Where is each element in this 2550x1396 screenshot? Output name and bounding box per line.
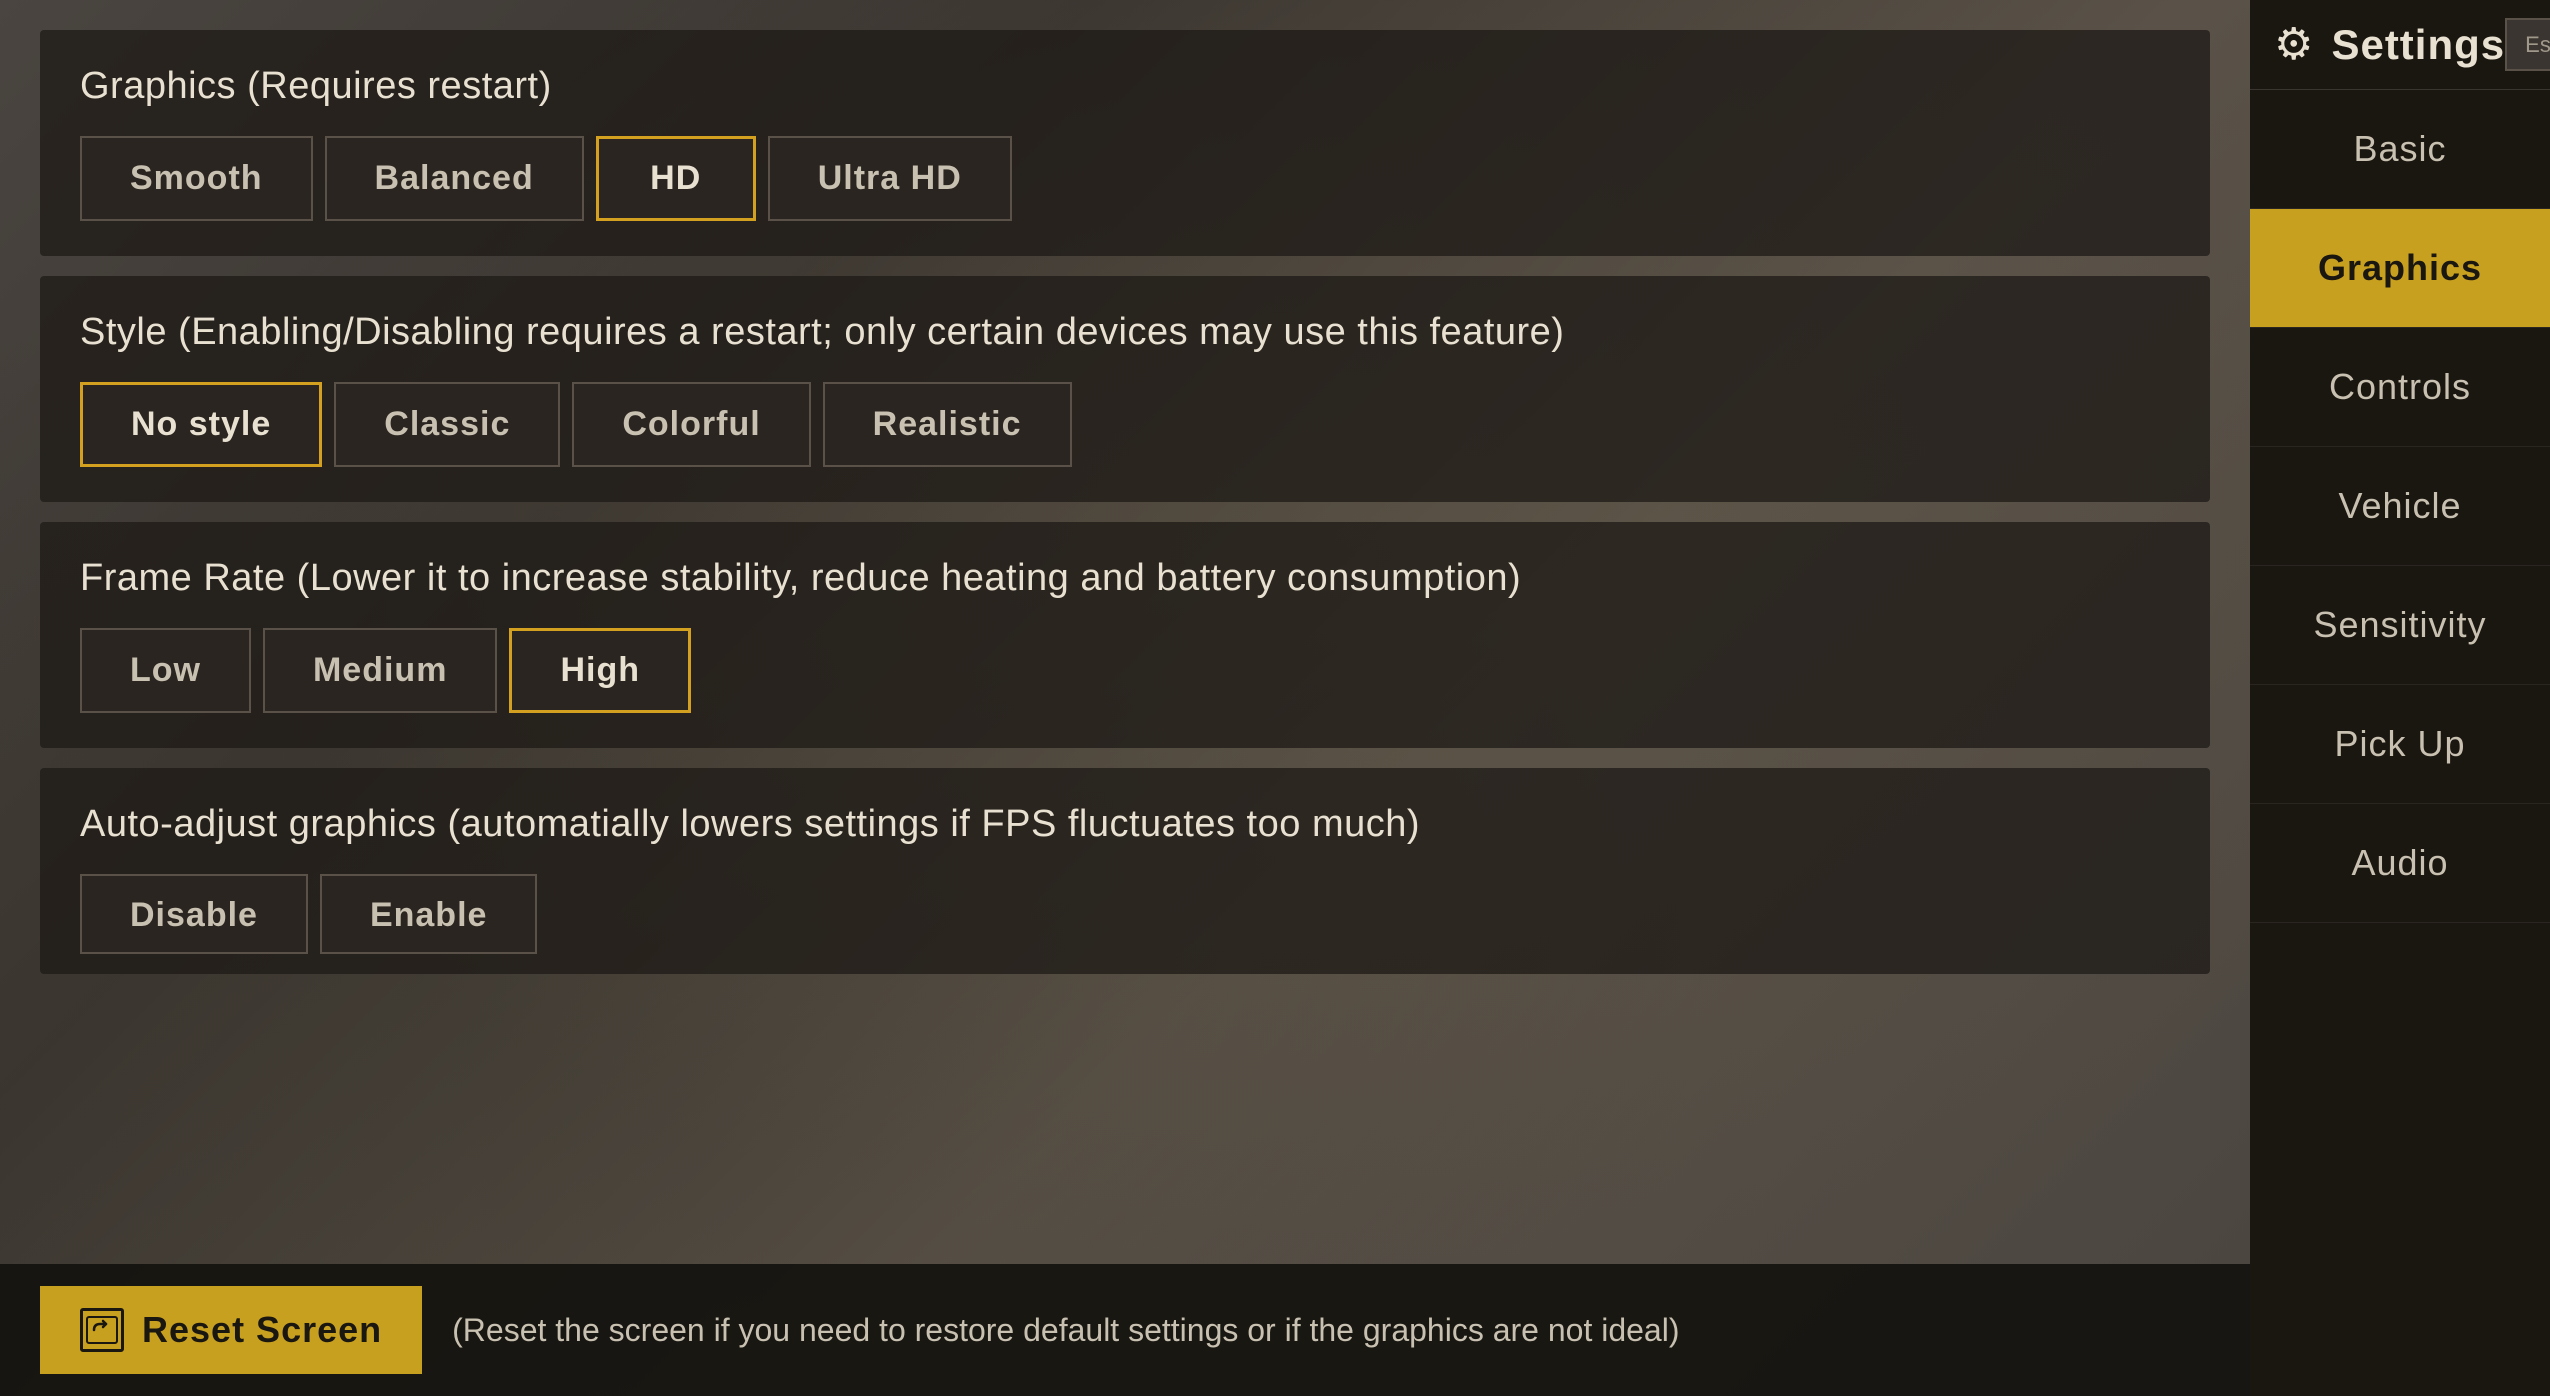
reset-screen-desc: (Reset the screen if you need to restore… xyxy=(452,1312,1679,1349)
sidebar-nav: Basic Graphics Controls Vehicle Sensitiv… xyxy=(2250,90,2550,1396)
bottom-bar: Reset Screen (Reset the screen if you ne… xyxy=(0,1264,2250,1396)
btn-enable[interactable]: Enable xyxy=(320,874,537,954)
graphics-button-group: Smooth Balanced HD Ultra HD xyxy=(80,136,2170,221)
sidebar-item-controls[interactable]: Controls xyxy=(2250,328,2550,447)
style-button-group: No style Classic Colorful Realistic xyxy=(80,382,2170,467)
graphics-title: Graphics (Requires restart) xyxy=(80,65,2170,108)
btn-disable[interactable]: Disable xyxy=(80,874,308,954)
sidebar-item-basic[interactable]: Basic xyxy=(2250,90,2550,209)
autoadjust-button-group: Disable Enable xyxy=(80,874,2170,954)
framerate-title: Frame Rate (Lower it to increase stabili… xyxy=(80,557,2170,600)
btn-realistic[interactable]: Realistic xyxy=(823,382,1072,467)
btn-classic[interactable]: Classic xyxy=(334,382,560,467)
sidebar: ⚙ Settings Esc ✕ Basic Graphics Controls… xyxy=(2250,0,2550,1396)
style-title: Style (Enabling/Disabling requires a res… xyxy=(80,311,2170,354)
btn-colorful[interactable]: Colorful xyxy=(572,382,810,467)
autoadjust-section: Auto-adjust graphics (automatially lower… xyxy=(40,768,2210,974)
framerate-section: Frame Rate (Lower it to increase stabili… xyxy=(40,522,2210,748)
sidebar-header: ⚙ Settings Esc ✕ xyxy=(2250,0,2550,90)
btn-smooth[interactable]: Smooth xyxy=(80,136,313,221)
reset-screen-button[interactable]: Reset Screen xyxy=(40,1286,422,1374)
sidebar-item-vehicle[interactable]: Vehicle xyxy=(2250,447,2550,566)
sidebar-item-graphics[interactable]: Graphics xyxy=(2250,209,2550,328)
sidebar-item-pickup[interactable]: Pick Up xyxy=(2250,685,2550,804)
btn-hd[interactable]: HD xyxy=(596,136,756,221)
settings-title-row: ⚙ Settings xyxy=(2274,19,2505,70)
graphics-section: Graphics (Requires restart) Smooth Balan… xyxy=(40,30,2210,256)
style-section: Style (Enabling/Disabling requires a res… xyxy=(40,276,2210,502)
sidebar-item-sensitivity[interactable]: Sensitivity xyxy=(2250,566,2550,685)
esc-label: Esc xyxy=(2525,32,2550,58)
btn-balanced[interactable]: Balanced xyxy=(325,136,584,221)
gear-icon: ⚙ xyxy=(2274,19,2313,70)
btn-nostyle[interactable]: No style xyxy=(80,382,322,467)
reset-icon xyxy=(80,1308,124,1352)
btn-low[interactable]: Low xyxy=(80,628,251,713)
btn-ultrahd[interactable]: Ultra HD xyxy=(768,136,1012,221)
btn-medium[interactable]: Medium xyxy=(263,628,497,713)
autoadjust-title: Auto-adjust graphics (automatially lower… xyxy=(80,803,2170,846)
framerate-button-group: Low Medium High xyxy=(80,628,2170,713)
btn-high[interactable]: High xyxy=(509,628,691,713)
sidebar-item-audio[interactable]: Audio xyxy=(2250,804,2550,923)
reset-screen-label: Reset Screen xyxy=(142,1309,382,1351)
esc-button[interactable]: Esc ✕ xyxy=(2505,18,2550,71)
main-content: Graphics (Requires restart) Smooth Balan… xyxy=(0,0,2250,1396)
settings-label: Settings xyxy=(2331,21,2505,69)
